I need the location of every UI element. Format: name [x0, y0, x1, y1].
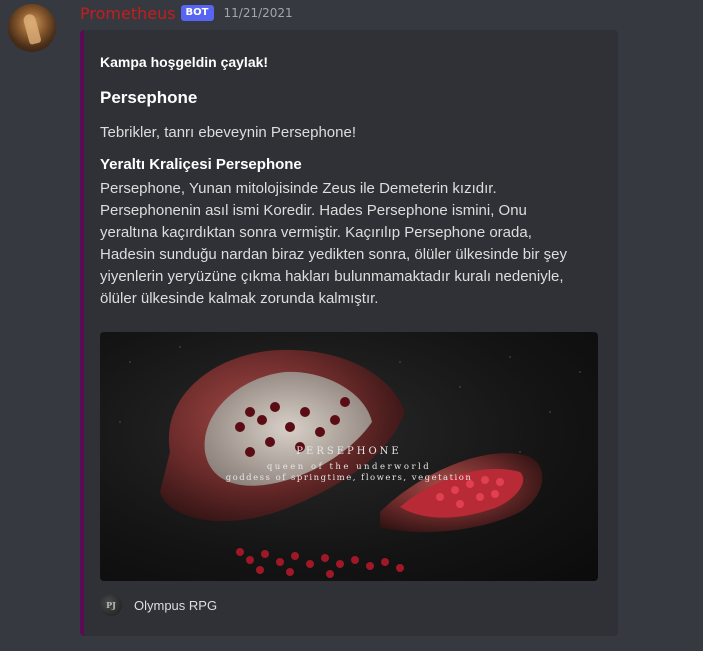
image-caption: PERSEPHONE queen of the underworld godde…: [100, 446, 598, 483]
embed-description: Tebrikler, tanrı ebeveynin Persephone!: [100, 124, 356, 141]
timestamp[interactable]: 11/21/2021: [224, 6, 293, 20]
footer-text: Olympus RPG: [134, 597, 218, 613]
embed-author: Kampa hoşgeldin çaylak!: [100, 54, 269, 70]
bot-badge: BOT: [180, 5, 214, 21]
embed-title: Persephone: [100, 88, 198, 107]
chat-message: Prometheus BOT 11/21/2021 Kampa hoşgeldi…: [0, 0, 703, 651]
embed-image[interactable]: PERSEPHONE queen of the underworld godde…: [100, 332, 598, 581]
embed-field-value: Persephone, Yunan mitolojisinde Zeus ile…: [100, 180, 567, 307]
embed-field-name: Yeraltı Kraliçesi Persephone: [100, 156, 302, 173]
username[interactable]: Prometheus: [80, 4, 176, 23]
caption-subtitle: queen of the underworld: [266, 462, 432, 472]
caption-title: PERSEPHONE: [296, 446, 402, 457]
caption-tagline: goddess of springtime, flowers, vegetati…: [225, 473, 473, 483]
embed-footer: PJ Olympus RPG: [100, 594, 217, 616]
avatar-figure: [22, 12, 42, 46]
footer-logo-icon: PJ: [100, 594, 122, 616]
message-header: Prometheus BOT 11/21/2021: [80, 0, 293, 26]
embed-card: Kampa hoşgeldin çaylak! Persephone Tebri…: [80, 30, 618, 636]
avatar[interactable]: [8, 4, 56, 52]
